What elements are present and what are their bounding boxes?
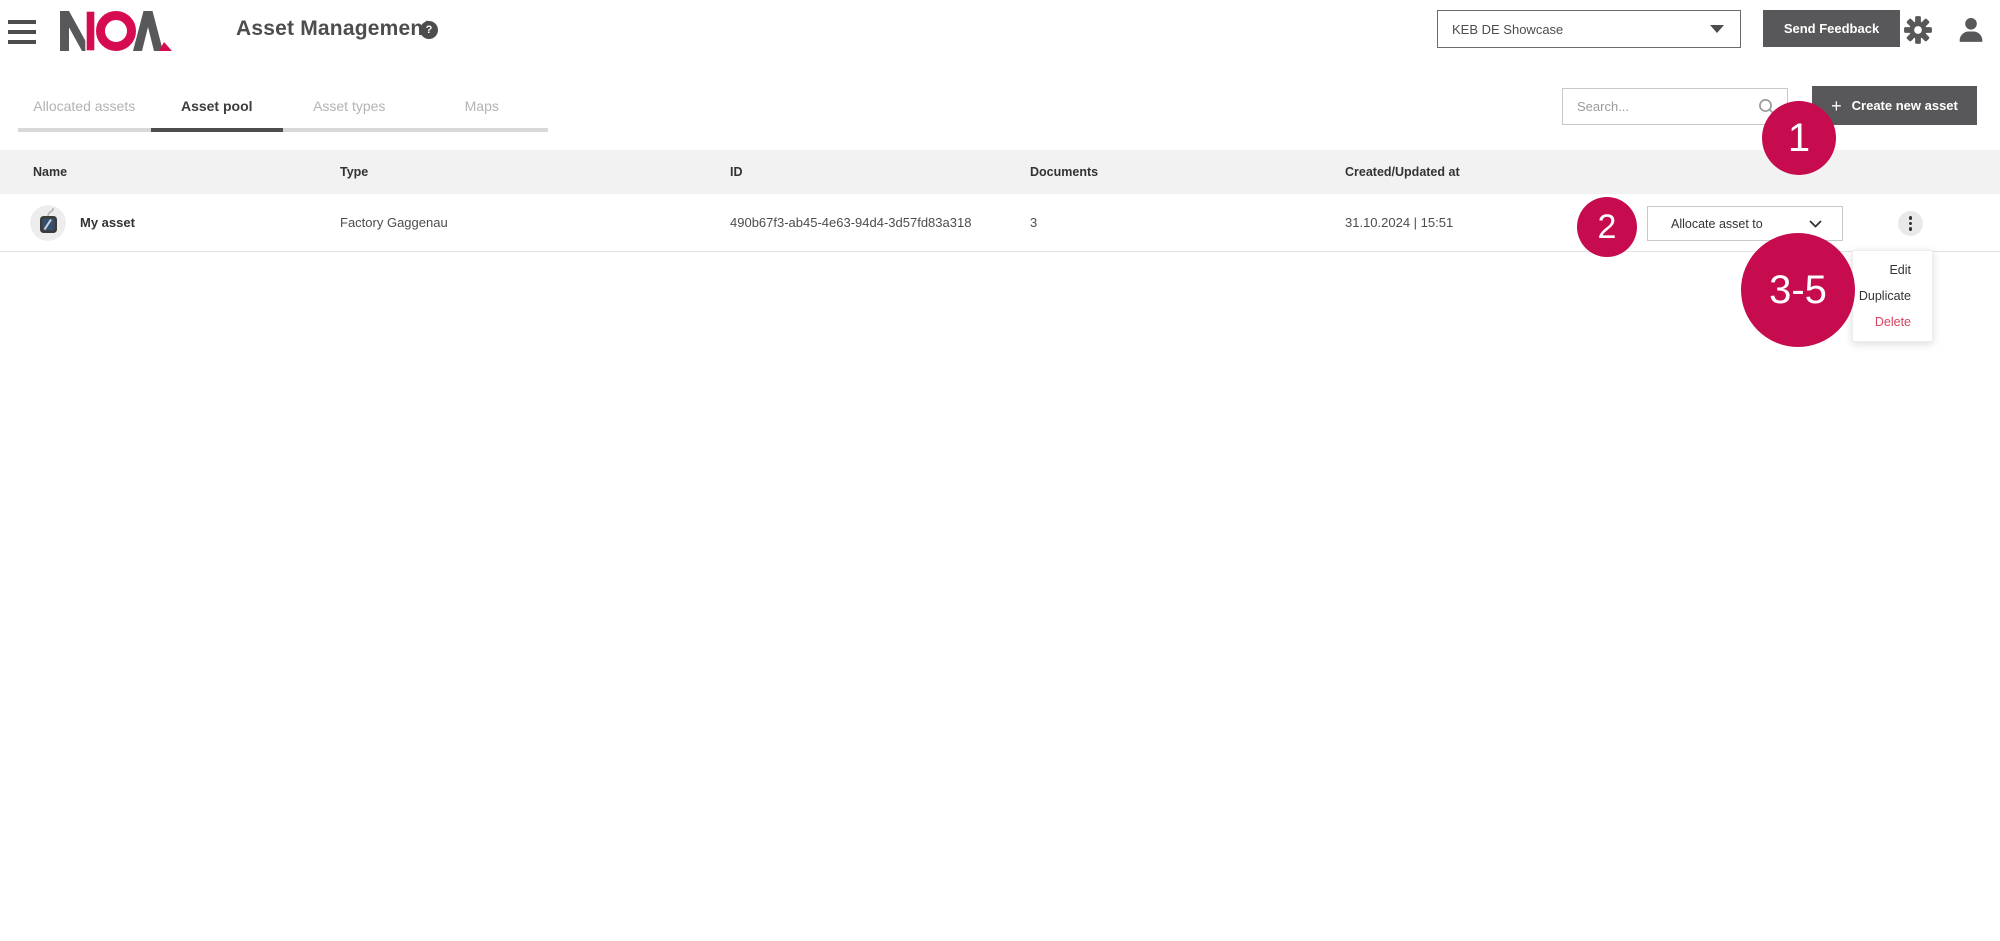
- noa-logo-graphic: [60, 11, 172, 51]
- allocate-asset-dropdown-label: Allocate asset to: [1671, 217, 1809, 231]
- table-row: My asset Factory Gaggenau 490b67f3-ab45-…: [0, 194, 2000, 252]
- person-icon: [1957, 16, 1985, 44]
- asset-thumbnail: [30, 205, 66, 241]
- annotation-badge-1: 1: [1762, 101, 1836, 175]
- page-title: Asset Management: [236, 17, 431, 41]
- menu-item-edit[interactable]: Edit: [1853, 257, 1932, 283]
- tab-allocated-assets[interactable]: Allocated assets: [18, 90, 151, 132]
- settings-button[interactable]: [1903, 15, 1933, 48]
- caret-down-icon: [1710, 25, 1724, 33]
- row-actions-kebab-button[interactable]: [1898, 211, 1923, 236]
- column-header-created-updated: Created/Updated at: [1345, 150, 1460, 194]
- column-header-name: Name: [33, 150, 67, 194]
- tab-asset-pool[interactable]: Asset pool: [151, 90, 284, 132]
- noa-logo: [60, 11, 172, 56]
- menu-item-delete[interactable]: Delete: [1853, 309, 1932, 335]
- cell-asset-id: 490b67f3-ab45-4e63-94d4-3d57fd83a318: [730, 194, 971, 252]
- cell-asset-name: My asset: [80, 194, 135, 252]
- cell-created-updated: 31.10.2024 | 15:51: [1345, 194, 1453, 252]
- cell-asset-type: Factory Gaggenau: [340, 194, 448, 252]
- tab-bar: Allocated assets Asset pool Asset types …: [18, 90, 548, 132]
- column-header-documents: Documents: [1030, 150, 1098, 194]
- create-new-asset-label: Create new asset: [1852, 98, 1958, 113]
- column-header-id: ID: [730, 150, 743, 194]
- search-input[interactable]: [1563, 89, 1743, 124]
- cell-documents-count: 3: [1030, 194, 1037, 252]
- chevron-down-icon: [1809, 220, 1822, 228]
- user-account-button[interactable]: [1957, 16, 1985, 47]
- search-box: [1562, 88, 1788, 125]
- tab-maps[interactable]: Maps: [416, 90, 549, 132]
- row-actions-menu: Edit Duplicate Delete: [1852, 250, 1933, 342]
- menu-item-duplicate[interactable]: Duplicate: [1853, 283, 1932, 309]
- annotation-badge-2: 2: [1577, 197, 1637, 257]
- plus-icon: +: [1831, 97, 1842, 115]
- help-icon[interactable]: ?: [420, 21, 438, 39]
- organization-selector[interactable]: KEB DE Showcase: [1437, 10, 1741, 48]
- organization-selector-value: KEB DE Showcase: [1452, 22, 1710, 37]
- hamburger-menu-icon[interactable]: [8, 20, 36, 46]
- annotation-badge-3-5: 3-5: [1741, 233, 1855, 347]
- column-header-type: Type: [340, 150, 368, 194]
- send-feedback-button[interactable]: Send Feedback: [1763, 10, 1900, 47]
- table-header: Name Type ID Documents Created/Updated a…: [0, 150, 2000, 194]
- create-new-asset-button[interactable]: + Create new asset: [1812, 86, 1977, 125]
- device-photo-icon: [30, 205, 66, 241]
- gear-icon: [1903, 15, 1933, 45]
- top-bar: Asset Management ? KEB DE Showcase Send …: [0, 0, 2000, 62]
- tab-asset-types[interactable]: Asset types: [283, 90, 416, 132]
